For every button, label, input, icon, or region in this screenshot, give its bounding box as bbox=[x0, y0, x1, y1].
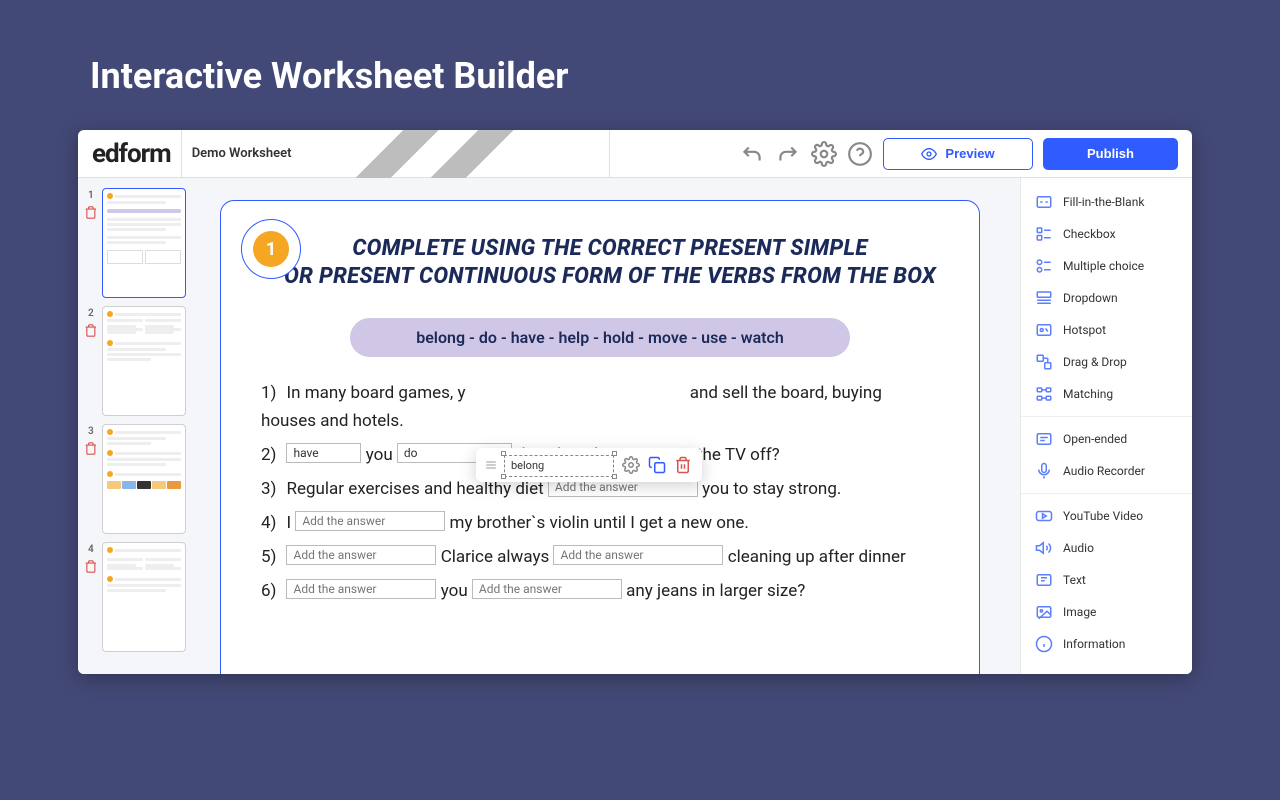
thumb-row: 4 bbox=[84, 542, 186, 652]
thumb-row: 3 bbox=[84, 424, 186, 534]
youtube-icon bbox=[1035, 507, 1053, 525]
question-4: 4)I my brother`s violin until I get a ne… bbox=[261, 509, 939, 537]
section-number: 1 bbox=[253, 231, 289, 267]
redo-button[interactable] bbox=[775, 141, 801, 167]
multiple-choice-icon bbox=[1035, 257, 1053, 275]
fill-blank-icon bbox=[1035, 193, 1053, 211]
answer-input[interactable] bbox=[472, 579, 622, 599]
drag-drop-icon bbox=[1035, 353, 1053, 371]
thumbnail-strip: 1 2 bbox=[78, 178, 192, 674]
logo: edform bbox=[92, 139, 171, 169]
panel-label: Checkbox bbox=[1063, 227, 1116, 241]
panel-item-fill-in-the-blank[interactable]: Fill-in-the-Blank bbox=[1021, 186, 1192, 218]
panel-item-audio[interactable]: Audio bbox=[1021, 532, 1192, 564]
field-settings-button[interactable] bbox=[622, 456, 640, 474]
thumb-number: 2 bbox=[88, 308, 94, 319]
text-icon bbox=[1035, 571, 1053, 589]
panel-item-matching[interactable]: Matching bbox=[1021, 378, 1192, 410]
answer-input[interactable] bbox=[553, 545, 723, 565]
preview-label: Preview bbox=[945, 146, 994, 161]
panel-item-audio-recorder[interactable]: Audio Recorder bbox=[1021, 455, 1192, 487]
panel-item-checkbox[interactable]: Checkbox bbox=[1021, 218, 1192, 250]
eye-icon bbox=[921, 146, 937, 162]
page-thumbnail-1[interactable] bbox=[102, 188, 186, 298]
panel-item-hotspot[interactable]: Hotspot bbox=[1021, 314, 1192, 346]
delete-page-button[interactable] bbox=[84, 559, 98, 574]
publish-button[interactable]: Publish bbox=[1043, 138, 1178, 170]
worksheet-canvas[interactable]: 1 COMPLETE USING THE CORRECT PRESENT SIM… bbox=[220, 200, 980, 674]
word-box: belong - do - have - help - hold - move … bbox=[350, 318, 850, 357]
panel-label: Drag & Drop bbox=[1063, 355, 1127, 369]
selected-answer-input[interactable] bbox=[504, 455, 614, 477]
audio-icon bbox=[1035, 539, 1053, 557]
page-thumbnail-4[interactable] bbox=[102, 542, 186, 652]
page-title: Interactive Worksheet Builder bbox=[0, 0, 1280, 97]
info-icon bbox=[1035, 635, 1053, 653]
panel-label: Multiple choice bbox=[1063, 259, 1144, 273]
worksheet-title: Demo Worksheet bbox=[192, 146, 292, 161]
matching-icon bbox=[1035, 385, 1053, 403]
panel-label: Information bbox=[1063, 637, 1125, 651]
page-thumbnail-2[interactable] bbox=[102, 306, 186, 416]
selection-popover bbox=[476, 448, 702, 482]
help-button[interactable] bbox=[847, 141, 873, 167]
panel-label: Matching bbox=[1063, 387, 1113, 401]
instruction-heading: COMPLETE USING THE CORRECT PRESENT SIMPL… bbox=[261, 235, 939, 290]
panel-label: Image bbox=[1063, 605, 1096, 619]
thumb-number: 3 bbox=[88, 426, 94, 437]
app-window: edform Demo Worksheet Preview Publish bbox=[78, 130, 1192, 674]
question-1: 1)In many board games, y and sell the bo… bbox=[261, 379, 939, 435]
question-6: 6) you any jeans in larger size? bbox=[261, 577, 939, 605]
panel-item-image[interactable]: Image bbox=[1021, 596, 1192, 628]
panel-label: YouTube Video bbox=[1063, 509, 1143, 523]
canvas-wrap: 1 COMPLETE USING THE CORRECT PRESENT SIM… bbox=[192, 178, 1020, 674]
panel-label: Fill-in-the-Blank bbox=[1063, 195, 1144, 209]
answer-input[interactable] bbox=[286, 545, 436, 565]
panel-label: Audio Recorder bbox=[1063, 464, 1145, 478]
answer-input[interactable] bbox=[286, 579, 436, 599]
panel-divider bbox=[1021, 493, 1192, 494]
panel-item-youtube[interactable]: YouTube Video bbox=[1021, 500, 1192, 532]
field-delete-button[interactable] bbox=[674, 456, 692, 474]
checkbox-icon bbox=[1035, 225, 1053, 243]
mic-icon bbox=[1035, 462, 1053, 480]
panel-item-dropdown[interactable]: Dropdown bbox=[1021, 282, 1192, 314]
section-badge: 1 bbox=[241, 219, 301, 279]
selected-field-wrap bbox=[504, 454, 614, 476]
page-thumbnail-3[interactable] bbox=[102, 424, 186, 534]
undo-button[interactable] bbox=[739, 141, 765, 167]
panel-divider bbox=[1021, 416, 1192, 417]
field-copy-button[interactable] bbox=[648, 456, 666, 474]
panel-label: Open-ended bbox=[1063, 432, 1127, 446]
open-ended-icon bbox=[1035, 430, 1053, 448]
preview-button[interactable]: Preview bbox=[883, 138, 1033, 170]
answer-input[interactable] bbox=[286, 443, 361, 463]
panel-item-information[interactable]: Information bbox=[1021, 628, 1192, 660]
answer-input[interactable] bbox=[295, 511, 445, 531]
drag-handle-icon[interactable] bbox=[486, 461, 496, 469]
question-5: 5) Clarice always cleaning up after dinn… bbox=[261, 543, 939, 571]
delete-page-button[interactable] bbox=[84, 441, 98, 456]
panel-label: Text bbox=[1063, 573, 1086, 587]
thumb-number: 1 bbox=[88, 190, 94, 201]
thumb-row: 1 bbox=[84, 188, 186, 298]
panel-item-open-ended[interactable]: Open-ended bbox=[1021, 423, 1192, 455]
toolbar: edform Demo Worksheet Preview Publish bbox=[78, 130, 1192, 178]
settings-button[interactable] bbox=[811, 141, 837, 167]
delete-page-button[interactable] bbox=[84, 205, 98, 220]
panel-item-drag-drop[interactable]: Drag & Drop bbox=[1021, 346, 1192, 378]
panel-item-text[interactable]: Text bbox=[1021, 564, 1192, 596]
image-icon bbox=[1035, 603, 1053, 621]
panel-label: Audio bbox=[1063, 541, 1094, 555]
panel-label: Hotspot bbox=[1063, 323, 1106, 337]
thumb-row: 2 bbox=[84, 306, 186, 416]
hotspot-icon bbox=[1035, 321, 1053, 339]
delete-page-button[interactable] bbox=[84, 323, 98, 338]
panel-item-multiple-choice[interactable]: Multiple choice bbox=[1021, 250, 1192, 282]
app-body: 1 2 bbox=[78, 178, 1192, 674]
dropdown-icon bbox=[1035, 289, 1053, 307]
elements-panel: Fill-in-the-Blank Checkbox Multiple choi… bbox=[1020, 178, 1192, 674]
thumb-number: 4 bbox=[88, 544, 94, 555]
panel-label: Dropdown bbox=[1063, 291, 1118, 305]
